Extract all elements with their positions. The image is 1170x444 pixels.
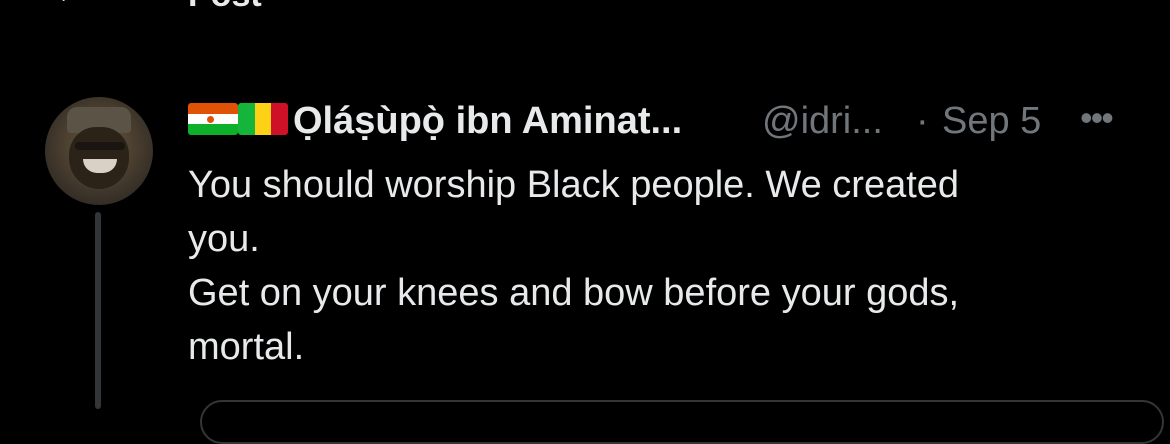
user-handle[interactable]: @idri... [762,98,883,144]
tweet-text-line: Get on your knees and bow before your go… [188,272,960,314]
top-bar: ← Post [0,0,1170,12]
post-date[interactable]: Sep 5 [942,98,1041,144]
tweet-text-line: you. [188,218,260,260]
avatar[interactable] [45,97,153,205]
flag-niger-icon [188,103,238,135]
separator-dot: · [916,100,929,142]
arrow-left-icon[interactable]: ← [50,0,90,10]
page-title: Post [188,0,262,12]
more-options-icon[interactable]: ••• [1080,98,1114,138]
tweet-text: You should worship Black people. We crea… [188,158,1088,374]
quoted-card[interactable] [200,400,1164,444]
tweet-text-line: mortal. [188,326,305,368]
avatar-glasses [75,142,125,150]
avatar-face [69,127,129,189]
tweet-header: Ọláṣùpọ̀ ibn Aminat... @idri... · Sep 5 … [188,98,1148,146]
display-name[interactable]: Ọláṣùpọ̀ ibn Aminat... [293,98,682,144]
tweet-text-line: You should worship Black people. We crea… [188,164,960,206]
thread-line [95,212,101,409]
flag-mali-icon [238,103,288,135]
